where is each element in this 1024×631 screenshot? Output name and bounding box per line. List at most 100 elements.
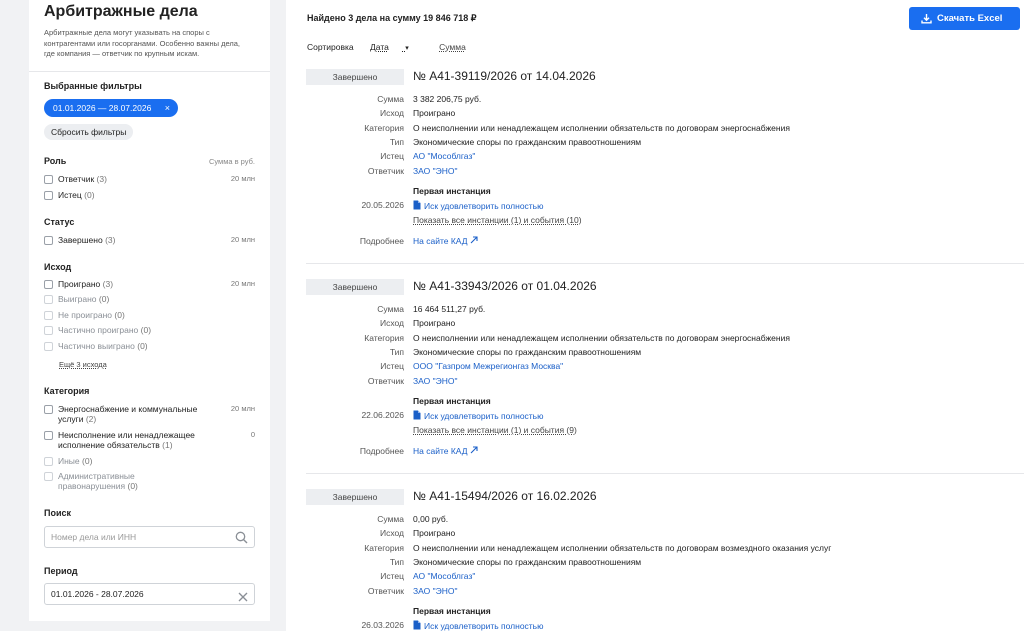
search-input[interactable]: Номер дела или ИНН [44, 526, 255, 548]
filters-sidebar: Арбитражные дела Арбитражные дела могут … [29, 0, 270, 621]
search-placeholder: Номер дела или ИНН [51, 532, 137, 542]
document-icon [413, 410, 421, 420]
cases-main: Найдено 3 дела на сумму 19 846 718 ₽ Ска… [286, 0, 1024, 631]
show-all-instances-link[interactable]: Показать все инстанции (1) и события (9) [413, 425, 577, 435]
option-amount: 20 млн [230, 404, 255, 413]
option-count: (3) [105, 235, 116, 245]
checkbox [44, 342, 53, 351]
option-amount: 20 млн [230, 279, 255, 288]
checkbox[interactable] [44, 236, 53, 245]
search-icon[interactable] [235, 531, 248, 551]
page-title: Арбитражные дела [44, 3, 198, 20]
status-title: Статус [44, 217, 75, 227]
download-excel-button[interactable]: Скачать Excel [909, 7, 1020, 30]
external-link-icon [470, 236, 478, 244]
status-badge: Завершено [306, 279, 404, 295]
checkbox [44, 326, 53, 335]
option-label: Административные правонарушения [58, 471, 135, 491]
divider [306, 473, 1024, 474]
period-field[interactable]: 01.01.2026 - 28.07.2026 [44, 583, 255, 605]
kad-link[interactable]: На сайте КАД [413, 236, 478, 247]
sidebar-header: Арбитражные дела Арбитражные дела могут … [29, 0, 270, 72]
option-count: (0) [114, 310, 125, 320]
checkbox [44, 472, 53, 481]
instance-result-link[interactable]: Иск удовлетворить полностью [413, 620, 544, 631]
defendant-link[interactable]: ЗАО "ЭНО" [413, 586, 457, 597]
instance-result-link[interactable]: Иск удовлетворить полностью [413, 200, 544, 211]
clear-icon[interactable] [238, 589, 248, 609]
option-count: (1) [162, 440, 173, 450]
period-title: Период [44, 566, 78, 576]
close-icon[interactable]: × [165, 99, 170, 117]
checkbox [44, 295, 53, 304]
option-count: (2) [85, 414, 97, 424]
checkbox[interactable] [44, 175, 53, 184]
download-excel-label: Скачать Excel [937, 13, 1003, 24]
defendant-link[interactable]: ЗАО "ЭНО" [413, 166, 457, 177]
option-count: (3) [102, 279, 114, 289]
plaintiff-link[interactable]: ООО "Газпром Межрегионгаз Москва" [413, 361, 563, 372]
checkbox [44, 457, 53, 466]
option-label: Завершено [58, 235, 103, 245]
option-label: Неисполнение или ненадлежащее исполнение… [58, 430, 195, 450]
checkbox[interactable] [44, 280, 53, 289]
filter-chip-label: 01.01.2026 — 28.07.2026 [53, 103, 152, 113]
option-count: (0) [137, 341, 148, 351]
option-count: (0) [98, 294, 110, 304]
filter-chip-period[interactable]: 01.01.2026 — 28.07.2026 × [44, 99, 178, 117]
case-title[interactable]: № А41-15494/2026 от 16.02.2026 [413, 489, 597, 503]
outcome-title: Исход [44, 262, 72, 272]
option-label: Энергоснабжение и коммунальные услуги [58, 404, 198, 424]
instance-date: 20.05.2026 [361, 200, 404, 210]
option-count: (3) [96, 174, 107, 184]
sort-by-sum[interactable]: Сумма [439, 42, 466, 52]
status-badge: Завершено [306, 69, 404, 85]
sum-header: Сумма в руб. [208, 157, 255, 166]
checkbox[interactable] [44, 431, 53, 440]
option-label: Частично выиграно [58, 341, 135, 351]
download-icon [921, 14, 932, 24]
document-icon [413, 200, 421, 210]
role-title: Роль [44, 156, 67, 166]
chevron-down-icon: ▾ [405, 45, 409, 52]
option-label: Частично проиграно [58, 325, 139, 335]
first-instance-title: Первая инстанция [413, 396, 491, 406]
option-count: (0) [84, 190, 95, 200]
instance-date: 26.03.2026 [361, 620, 404, 630]
case-title[interactable]: № А41-39119/2026 от 14.04.2026 [413, 69, 596, 83]
option-amount: 0 [250, 430, 255, 439]
sort-label: Сортировка [307, 42, 354, 52]
divider [306, 263, 1024, 264]
option-label: Истец [58, 190, 82, 200]
option-amount: 20 млн [230, 235, 255, 244]
page-description: Арбитражные дела могут указывать на спор… [44, 28, 241, 58]
checkbox[interactable] [44, 191, 53, 200]
more-outcomes-link[interactable]: Ещё 3 исхода [59, 360, 107, 369]
period-value: 01.01.2026 - 28.07.2026 [51, 589, 144, 599]
option-label: Ответчик [58, 174, 95, 184]
option-label: Не проиграно [58, 310, 113, 320]
show-all-instances-link[interactable]: Показать все инстанции (1) и события (10… [413, 215, 582, 225]
category-title: Категория [44, 386, 90, 396]
option-label: Иные [58, 456, 80, 466]
case-title[interactable]: № А41-33943/2026 от 01.04.2026 [413, 279, 597, 293]
defendant-link[interactable]: ЗАО "ЭНО" [413, 376, 457, 387]
checkbox[interactable] [44, 405, 53, 414]
document-icon [413, 620, 421, 630]
plaintiff-link[interactable]: АО "Мособлгаз" [413, 571, 475, 582]
option-count: (0) [127, 481, 138, 491]
status-badge: Завершено [306, 489, 404, 505]
external-link-icon [470, 446, 478, 454]
plaintiff-link[interactable]: АО "Мособлгаз" [413, 151, 475, 162]
option-count: (0) [140, 325, 152, 335]
results-summary: Найдено 3 дела на сумму 19 846 718 ₽ [307, 13, 477, 23]
kad-link[interactable]: На сайте КАД [413, 446, 478, 457]
first-instance-title: Первая инстанция [413, 606, 491, 616]
option-amount: 20 млн [230, 174, 255, 183]
option-label: Проиграно [58, 279, 101, 289]
reset-filters-button[interactable]: Сбросить фильтры [44, 124, 134, 140]
instance-result-link[interactable]: Иск удовлетворить полностью [413, 410, 544, 421]
option-count: (0) [82, 456, 93, 466]
sort-by-date[interactable]: Дата ▾ [370, 42, 423, 52]
selected-filters-title: Выбранные фильтры [44, 81, 142, 91]
